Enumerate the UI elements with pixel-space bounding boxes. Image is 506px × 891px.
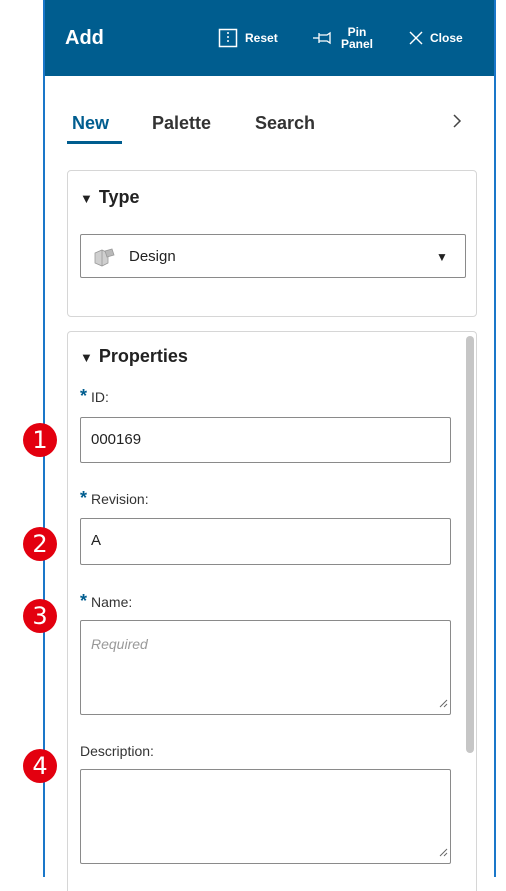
required-asterisk-icon: * (80, 488, 88, 508)
reset-button[interactable]: Reset (218, 0, 278, 76)
caret-down-icon: ▼ (436, 250, 448, 264)
resize-grip-icon[interactable] (438, 844, 448, 861)
close-button[interactable]: Close (408, 0, 463, 76)
required-asterisk-icon: * (80, 591, 88, 611)
callout-badge-4: 4 (23, 749, 57, 783)
type-section-header[interactable]: ▼ Type (80, 187, 140, 208)
panel-header: Add Reset Pin Panel Close (45, 0, 494, 76)
add-panel: Add Reset Pin Panel Close New Palette Se… (43, 0, 496, 891)
properties-section: ▼ Properties * ID: 000169 * Revision: A *… (67, 331, 477, 891)
tab-search[interactable]: Search (255, 113, 315, 134)
callout-badge-2: 2 (23, 527, 57, 561)
revision-label: * Revision: (80, 488, 149, 508)
type-select-value: Design (129, 248, 176, 265)
tab-new[interactable]: New (72, 113, 109, 134)
panel-title: Add (65, 27, 104, 49)
type-section: ▼ Type Design ▼ (67, 170, 477, 317)
type-select[interactable]: Design ▼ (80, 234, 466, 278)
properties-scrollbar[interactable] (466, 336, 474, 753)
required-asterisk-icon: * (80, 386, 88, 406)
active-tab-indicator (67, 141, 122, 144)
chevron-right-icon[interactable] (451, 112, 463, 135)
design-item-icon (93, 247, 115, 272)
revision-input[interactable]: A (80, 518, 451, 565)
close-label: Close (430, 31, 463, 45)
tab-bar: New Palette Search (45, 76, 494, 148)
callout-badge-3: 3 (23, 599, 57, 633)
pin-panel-label: Pin Panel (341, 25, 374, 51)
description-label: Description: (80, 743, 154, 759)
callout-badge-1: 1 (23, 423, 57, 457)
properties-section-header[interactable]: ▼ Properties (80, 346, 188, 367)
pin-panel-button[interactable]: Pin Panel (313, 0, 373, 76)
reset-label: Reset (245, 31, 278, 45)
description-textarea[interactable] (80, 769, 451, 864)
id-input[interactable]: 000169 (80, 417, 451, 463)
id-label: * ID: (80, 386, 109, 406)
name-textarea[interactable]: Required (80, 620, 451, 715)
name-label: * Name: (80, 591, 133, 611)
collapse-triangle-icon: ▼ (80, 191, 93, 206)
collapse-triangle-icon: ▼ (80, 350, 93, 365)
reset-icon (218, 28, 238, 48)
pin-icon (313, 31, 335, 45)
resize-grip-icon[interactable] (438, 695, 448, 712)
tab-palette[interactable]: Palette (152, 113, 211, 134)
close-icon (408, 30, 424, 46)
